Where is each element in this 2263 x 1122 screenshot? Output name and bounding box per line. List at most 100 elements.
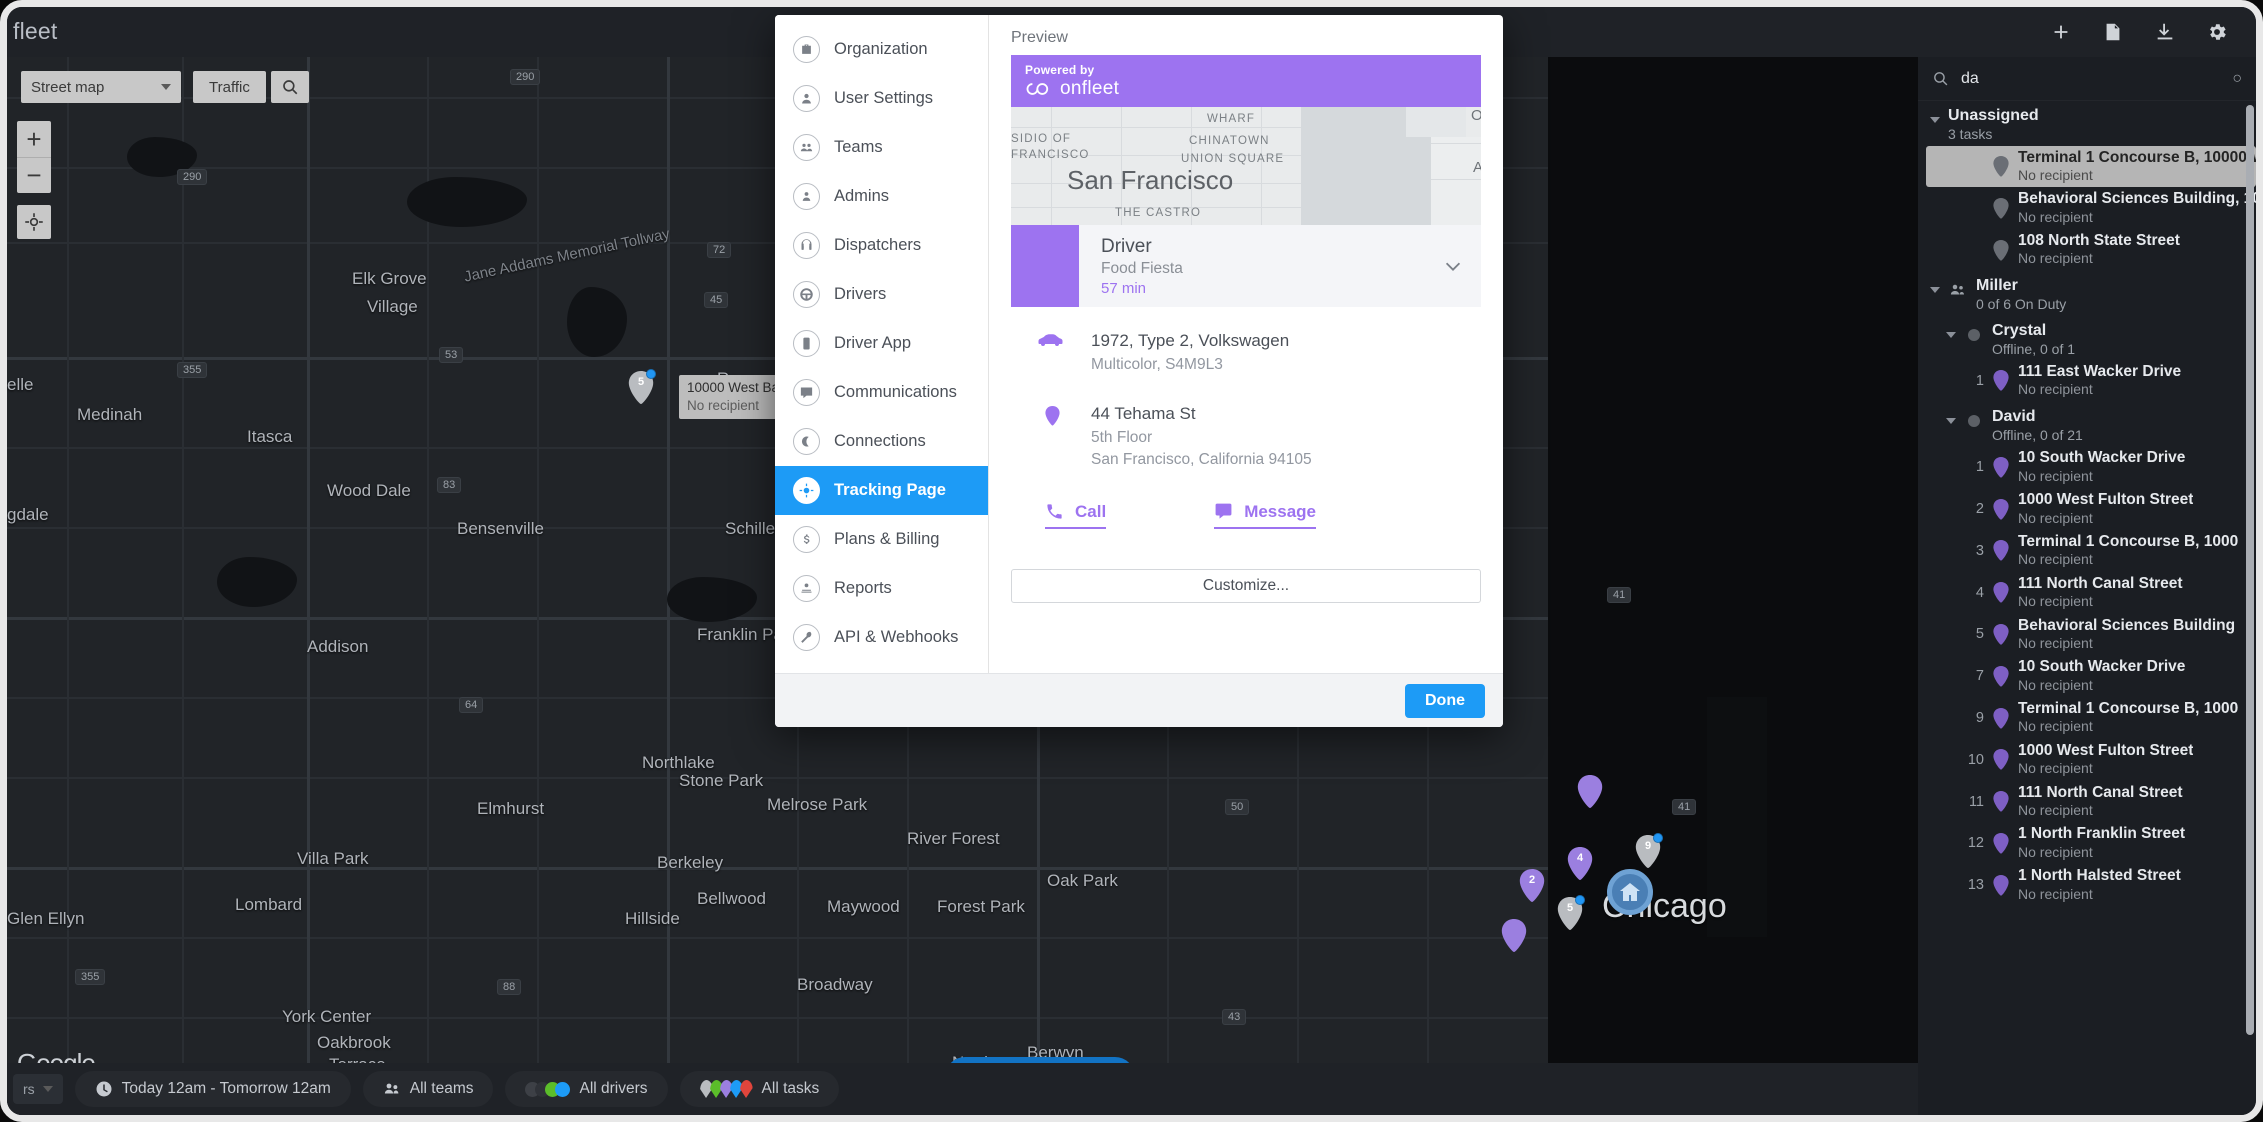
export-icon[interactable] (2152, 19, 2178, 45)
settings-nav-item-tracking-page[interactable]: Tracking Page (775, 466, 988, 515)
dollar-icon (793, 526, 820, 553)
map-pin-task[interactable] (1501, 919, 1527, 953)
modal-footer: Done (775, 673, 1503, 727)
task-group-header[interactable]: Unassigned 3 tasks (1918, 101, 2256, 146)
settings-nav-item-dispatchers[interactable]: Dispatchers (775, 221, 988, 270)
task-pin-icon (1993, 540, 2009, 562)
task-pin-icon (1993, 239, 2009, 261)
task-text: 1000 West Fulton Street No recipient (2018, 742, 2193, 778)
settings-nav-item-plans-billing[interactable]: Plans & Billing (775, 515, 988, 564)
map-pin-task[interactable]: 2 (1519, 869, 1545, 903)
zoom-out-button[interactable]: − (17, 157, 51, 193)
group-collapse-toggle[interactable] (1946, 331, 1956, 338)
task-row[interactable]: Terminal 1 Concourse B, 10000 WestNo rec… (1926, 145, 2256, 188)
task-row[interactable]: 11 111 North Canal Street No recipient (1918, 781, 2256, 823)
task-group-header[interactable]: Crystal Offline, 0 of 1 (1918, 316, 2256, 361)
app-brand: fleet (13, 17, 58, 44)
preview-map-label: San Francisco (1067, 165, 1234, 195)
preview-map-label: Alameda (1473, 159, 1481, 176)
preview-map-label: WHARF (1207, 113, 1256, 125)
task-row[interactable]: 3 Terminal 1 Concourse B, 1000 No recipien… (1918, 530, 2256, 572)
chevron-down-icon (161, 84, 171, 90)
task-row[interactable]: 13 1 North Halsted Street No recipient (1918, 864, 2256, 906)
settings-nav[interactable]: Organization User Settings Teams Admins Disp… (775, 15, 989, 673)
map-cluster-marker[interactable] (1607, 869, 1653, 915)
traffic-toggle-button[interactable]: Traffic (193, 71, 266, 103)
add-task-icon[interactable] (2048, 19, 2074, 45)
task-text: Behavioral Sciences Building No recipient (2018, 617, 2235, 653)
import-tasks-icon[interactable] (2100, 19, 2126, 45)
settings-nav-item-admins[interactable]: Admins (775, 172, 988, 221)
highway-shield: 53 (439, 347, 464, 363)
settings-nav-item-teams[interactable]: Teams (775, 123, 988, 172)
left-overflow-chip[interactable]: rs (13, 1074, 63, 1104)
preview-map-label: SIDIO OF (1011, 133, 1072, 145)
zoom-in-button[interactable]: + (17, 121, 51, 157)
task-text: 1 North Franklin Street No recipient (2018, 825, 2185, 861)
settings-nav-item-user-settings[interactable]: User Settings (775, 74, 988, 123)
task-row[interactable]: 1 111 East Wacker Drive No recipient (1918, 360, 2256, 402)
done-button[interactable]: Done (1405, 683, 1485, 718)
group-collapse-toggle[interactable] (1930, 117, 1940, 123)
task-row[interactable]: 9 Terminal 1 Concourse B, 1000 No recipien… (1918, 697, 2256, 739)
clear-search-icon[interactable]: ○ (2232, 70, 2242, 88)
map-type-selector[interactable]: Street map (21, 71, 181, 103)
task-title: 1 North Halsted Street (2018, 867, 2181, 885)
call-button[interactable]: Call (1045, 501, 1107, 529)
task-row[interactable]: Behavioral Sciences Building, 1007 WNo r… (1918, 187, 2256, 229)
map-pin-task[interactable] (1577, 775, 1603, 809)
address-text: 44 Tehama St 5th Floor San Francisco, Ca… (1091, 402, 1312, 472)
group-subtitle: 0 of 6 On Duty (1976, 296, 2067, 313)
task-recipient: No recipient (2018, 208, 2093, 225)
vehicle-title: 1972, Type 2, Volkswagen (1091, 331, 1290, 350)
message-button[interactable]: Message (1214, 502, 1317, 529)
teams-filter[interactable]: All teams (362, 1071, 494, 1107)
zoom-controls[interactable]: + − (17, 121, 51, 193)
settings-nav-item-drivers[interactable]: Drivers (775, 270, 988, 319)
customize-button[interactable]: Customize... (1011, 568, 1481, 603)
map-search-button[interactable] (271, 71, 309, 103)
search-input[interactable] (1961, 69, 2221, 88)
drivers-filter[interactable]: All drivers (505, 1071, 668, 1107)
task-row[interactable]: 10 1000 West Fulton Street No recipient (1918, 739, 2256, 781)
target-icon (793, 477, 820, 504)
group-collapse-toggle[interactable] (1930, 286, 1940, 293)
date-range-filter[interactable]: Today 12am - Tomorrow 12am (74, 1071, 351, 1107)
sidebar-scrollbar[interactable] (2246, 105, 2254, 1035)
my-location-button[interactable] (17, 205, 51, 239)
settings-nav-item-reports[interactable]: Reports (775, 564, 988, 613)
call-label: Call (1075, 501, 1107, 521)
settings-gear-icon[interactable] (2204, 19, 2230, 45)
map-place-label: Addison (307, 637, 369, 656)
settings-nav-item-driver-app[interactable]: Driver App (775, 319, 988, 368)
map-pin-task[interactable]: 4 (1567, 847, 1593, 881)
settings-nav-item-organization[interactable]: Organization (775, 25, 988, 74)
map-place-label: Bellwood (697, 889, 766, 908)
group-collapse-toggle[interactable] (1946, 417, 1956, 424)
task-group-header[interactable]: David Offline, 0 of 21 (1918, 402, 2256, 447)
task-list[interactable]: Unassigned 3 tasks Terminal 1 Concourse B,… (1918, 101, 2256, 1077)
task-row[interactable]: 5 Behavioral Sciences Building No recipien… (1918, 614, 2256, 656)
task-row[interactable]: 4 111 North Canal Street No recipient (1918, 572, 2256, 614)
task-row[interactable]: 12 1 North Franklin Street No recipient (1918, 822, 2256, 864)
infinity-icon (1026, 83, 1049, 95)
map-place-label: Schiller (725, 519, 781, 538)
map-pin-task[interactable]: 5 (1557, 895, 1585, 931)
tasks-filter[interactable]: All tasks (679, 1071, 840, 1107)
task-recipient: No recipient (2018, 676, 2093, 693)
task-row[interactable]: 7 10 South Wacker Drive No recipient (1918, 655, 2256, 697)
preview-branding-header: Powered by onfleet (1011, 55, 1481, 107)
driver-expand-button[interactable] (1425, 225, 1481, 307)
task-group-header[interactable]: Miller 0 of 6 On Duty (1918, 271, 2256, 316)
task-recipient: No recipient (2018, 509, 2093, 526)
task-row[interactable]: 108 North State Street No recipient (1918, 229, 2256, 271)
task-row[interactable]: 1 10 South Wacker Drive No recipient (1918, 446, 2256, 488)
task-row[interactable]: 2 1000 West Fulton Street No recipient (1918, 488, 2256, 530)
map-pin-task[interactable]: 5 (628, 369, 656, 405)
settings-nav-item-connections[interactable]: Connections (775, 417, 988, 466)
steering-wheel-icon (793, 281, 820, 308)
settings-nav-item-communications[interactable]: Communications (775, 368, 988, 417)
settings-nav-item-api-webhooks[interactable]: API & Webhooks (775, 613, 988, 662)
tracking-preview-card: Powered by onfleet WHARF SIDIO OF FRANCI… (1011, 55, 1481, 559)
driver-eta: 57 min (1101, 280, 1147, 298)
